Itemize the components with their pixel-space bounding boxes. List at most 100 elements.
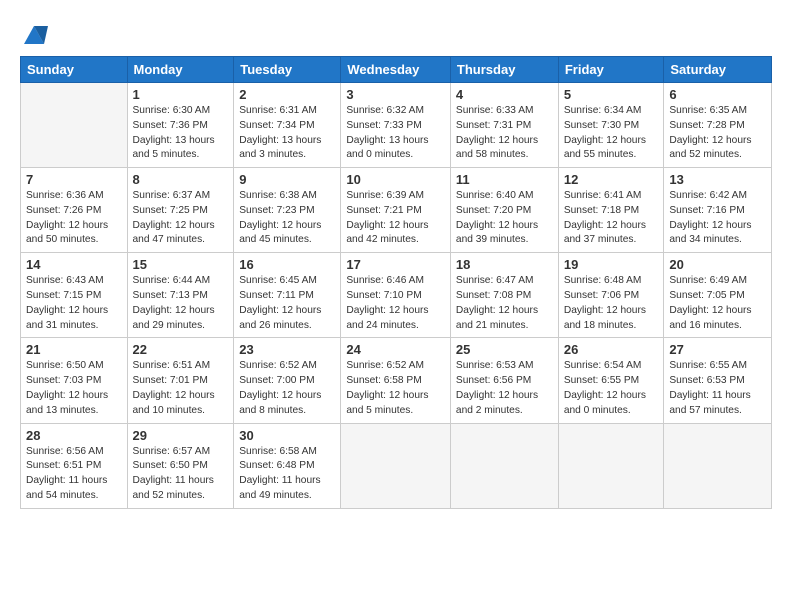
day-cell: 5 Sunrise: 6:34 AM Sunset: 7:30 PM Daylig…	[558, 83, 664, 168]
day-cell: 25 Sunrise: 6:53 AM Sunset: 6:56 PM Dayli…	[450, 338, 558, 423]
day-cell: 13 Sunrise: 6:42 AM Sunset: 7:16 PM Dayli…	[664, 168, 772, 253]
logo-icon	[20, 22, 48, 50]
day-number: 14	[26, 257, 122, 272]
column-header-sunday: Sunday	[21, 57, 128, 83]
day-cell: 8 Sunrise: 6:37 AM Sunset: 7:25 PM Daylig…	[127, 168, 234, 253]
column-header-saturday: Saturday	[664, 57, 772, 83]
day-number: 29	[133, 428, 229, 443]
day-cell: 26 Sunrise: 6:54 AM Sunset: 6:55 PM Dayli…	[558, 338, 664, 423]
calendar-header-row: SundayMondayTuesdayWednesdayThursdayFrid…	[21, 57, 772, 83]
day-number: 26	[564, 342, 659, 357]
day-info: Sunrise: 6:46 AM Sunset: 7:10 PM Dayligh…	[346, 274, 445, 333]
day-cell: 18 Sunrise: 6:47 AM Sunset: 7:08 PM Dayli…	[450, 253, 558, 338]
week-row-5: 28Sunrise: 6:56 AM Sunset: 6:51 PM Dayli…	[21, 423, 772, 508]
day-number: 6	[669, 87, 766, 102]
column-header-friday: Friday	[558, 57, 664, 83]
day-number: 21	[26, 342, 122, 357]
day-cell: 23 Sunrise: 6:52 AM Sunset: 7:00 PM Dayli…	[234, 338, 341, 423]
week-row-3: 14 Sunrise: 6:43 AM Sunset: 7:15 PM Dayli…	[21, 253, 772, 338]
day-cell: 9 Sunrise: 6:38 AM Sunset: 7:23 PM Daylig…	[234, 168, 341, 253]
day-info: Sunrise: 6:56 AM Sunset: 6:51 PM Dayligh…	[26, 445, 122, 504]
logo	[20, 22, 52, 50]
day-info: Sunrise: 6:52 AM Sunset: 7:00 PM Dayligh…	[239, 359, 335, 418]
day-cell	[664, 423, 772, 508]
day-number: 13	[669, 172, 766, 187]
day-info: Sunrise: 6:40 AM Sunset: 7:20 PM Dayligh…	[456, 189, 553, 248]
day-cell: 7Sunrise: 6:36 AM Sunset: 7:26 PM Daylig…	[21, 168, 128, 253]
day-cell	[21, 83, 128, 168]
day-info: Sunrise: 6:34 AM Sunset: 7:30 PM Dayligh…	[564, 104, 659, 163]
day-cell: 19 Sunrise: 6:48 AM Sunset: 7:06 PM Dayli…	[558, 253, 664, 338]
day-number: 9	[239, 172, 335, 187]
day-info: Sunrise: 6:31 AM Sunset: 7:34 PM Dayligh…	[239, 104, 335, 163]
day-number: 18	[456, 257, 553, 272]
page: SundayMondayTuesdayWednesdayThursdayFrid…	[0, 0, 792, 612]
day-info: Sunrise: 6:35 AM Sunset: 7:28 PM Dayligh…	[669, 104, 766, 163]
day-info: Sunrise: 6:57 AM Sunset: 6:50 PM Dayligh…	[133, 445, 229, 504]
day-number: 20	[669, 257, 766, 272]
day-info: Sunrise: 6:30 AM Sunset: 7:36 PM Dayligh…	[133, 104, 229, 163]
day-number: 15	[133, 257, 229, 272]
day-info: Sunrise: 6:52 AM Sunset: 6:58 PM Dayligh…	[346, 359, 445, 418]
day-cell: 4 Sunrise: 6:33 AM Sunset: 7:31 PM Daylig…	[450, 83, 558, 168]
day-cell: 1 Sunrise: 6:30 AM Sunset: 7:36 PM Daylig…	[127, 83, 234, 168]
day-cell	[341, 423, 451, 508]
day-number: 25	[456, 342, 553, 357]
calendar: SundayMondayTuesdayWednesdayThursdayFrid…	[20, 56, 772, 509]
day-number: 3	[346, 87, 445, 102]
day-number: 1	[133, 87, 229, 102]
day-cell: 30Sunrise: 6:58 AM Sunset: 6:48 PM Dayli…	[234, 423, 341, 508]
day-info: Sunrise: 6:55 AM Sunset: 6:53 PM Dayligh…	[669, 359, 766, 418]
day-info: Sunrise: 6:41 AM Sunset: 7:18 PM Dayligh…	[564, 189, 659, 248]
day-cell: 22 Sunrise: 6:51 AM Sunset: 7:01 PM Dayli…	[127, 338, 234, 423]
column-header-tuesday: Tuesday	[234, 57, 341, 83]
day-info: Sunrise: 6:50 AM Sunset: 7:03 PM Dayligh…	[26, 359, 122, 418]
day-number: 12	[564, 172, 659, 187]
day-cell: 15 Sunrise: 6:44 AM Sunset: 7:13 PM Dayli…	[127, 253, 234, 338]
day-info: Sunrise: 6:33 AM Sunset: 7:31 PM Dayligh…	[456, 104, 553, 163]
day-info: Sunrise: 6:53 AM Sunset: 6:56 PM Dayligh…	[456, 359, 553, 418]
day-number: 30	[239, 428, 335, 443]
day-cell: 10 Sunrise: 6:39 AM Sunset: 7:21 PM Dayli…	[341, 168, 451, 253]
week-row-2: 7Sunrise: 6:36 AM Sunset: 7:26 PM Daylig…	[21, 168, 772, 253]
day-cell: 2 Sunrise: 6:31 AM Sunset: 7:34 PM Daylig…	[234, 83, 341, 168]
day-info: Sunrise: 6:51 AM Sunset: 7:01 PM Dayligh…	[133, 359, 229, 418]
day-cell: 27Sunrise: 6:55 AM Sunset: 6:53 PM Dayli…	[664, 338, 772, 423]
day-cell: 16 Sunrise: 6:45 AM Sunset: 7:11 PM Dayli…	[234, 253, 341, 338]
day-number: 4	[456, 87, 553, 102]
column-header-monday: Monday	[127, 57, 234, 83]
day-cell: 24Sunrise: 6:52 AM Sunset: 6:58 PM Dayli…	[341, 338, 451, 423]
day-cell: 6 Sunrise: 6:35 AM Sunset: 7:28 PM Daylig…	[664, 83, 772, 168]
day-number: 16	[239, 257, 335, 272]
day-cell: 12 Sunrise: 6:41 AM Sunset: 7:18 PM Dayli…	[558, 168, 664, 253]
day-info: Sunrise: 6:36 AM Sunset: 7:26 PM Dayligh…	[26, 189, 122, 248]
day-info: Sunrise: 6:37 AM Sunset: 7:25 PM Dayligh…	[133, 189, 229, 248]
day-number: 23	[239, 342, 335, 357]
day-info: Sunrise: 6:47 AM Sunset: 7:08 PM Dayligh…	[456, 274, 553, 333]
day-info: Sunrise: 6:45 AM Sunset: 7:11 PM Dayligh…	[239, 274, 335, 333]
day-cell	[450, 423, 558, 508]
day-info: Sunrise: 6:43 AM Sunset: 7:15 PM Dayligh…	[26, 274, 122, 333]
column-header-thursday: Thursday	[450, 57, 558, 83]
day-cell: 21 Sunrise: 6:50 AM Sunset: 7:03 PM Dayli…	[21, 338, 128, 423]
column-header-wednesday: Wednesday	[341, 57, 451, 83]
day-info: Sunrise: 6:48 AM Sunset: 7:06 PM Dayligh…	[564, 274, 659, 333]
day-info: Sunrise: 6:44 AM Sunset: 7:13 PM Dayligh…	[133, 274, 229, 333]
week-row-4: 21 Sunrise: 6:50 AM Sunset: 7:03 PM Dayli…	[21, 338, 772, 423]
day-number: 5	[564, 87, 659, 102]
day-cell	[558, 423, 664, 508]
day-cell: 29 Sunrise: 6:57 AM Sunset: 6:50 PM Dayli…	[127, 423, 234, 508]
day-number: 11	[456, 172, 553, 187]
day-cell: 20Sunrise: 6:49 AM Sunset: 7:05 PM Dayli…	[664, 253, 772, 338]
day-number: 22	[133, 342, 229, 357]
day-number: 2	[239, 87, 335, 102]
day-cell: 28Sunrise: 6:56 AM Sunset: 6:51 PM Dayli…	[21, 423, 128, 508]
day-number: 8	[133, 172, 229, 187]
day-cell: 14 Sunrise: 6:43 AM Sunset: 7:15 PM Dayli…	[21, 253, 128, 338]
day-info: Sunrise: 6:54 AM Sunset: 6:55 PM Dayligh…	[564, 359, 659, 418]
day-number: 10	[346, 172, 445, 187]
day-info: Sunrise: 6:38 AM Sunset: 7:23 PM Dayligh…	[239, 189, 335, 248]
day-info: Sunrise: 6:42 AM Sunset: 7:16 PM Dayligh…	[669, 189, 766, 248]
day-number: 19	[564, 257, 659, 272]
day-info: Sunrise: 6:39 AM Sunset: 7:21 PM Dayligh…	[346, 189, 445, 248]
